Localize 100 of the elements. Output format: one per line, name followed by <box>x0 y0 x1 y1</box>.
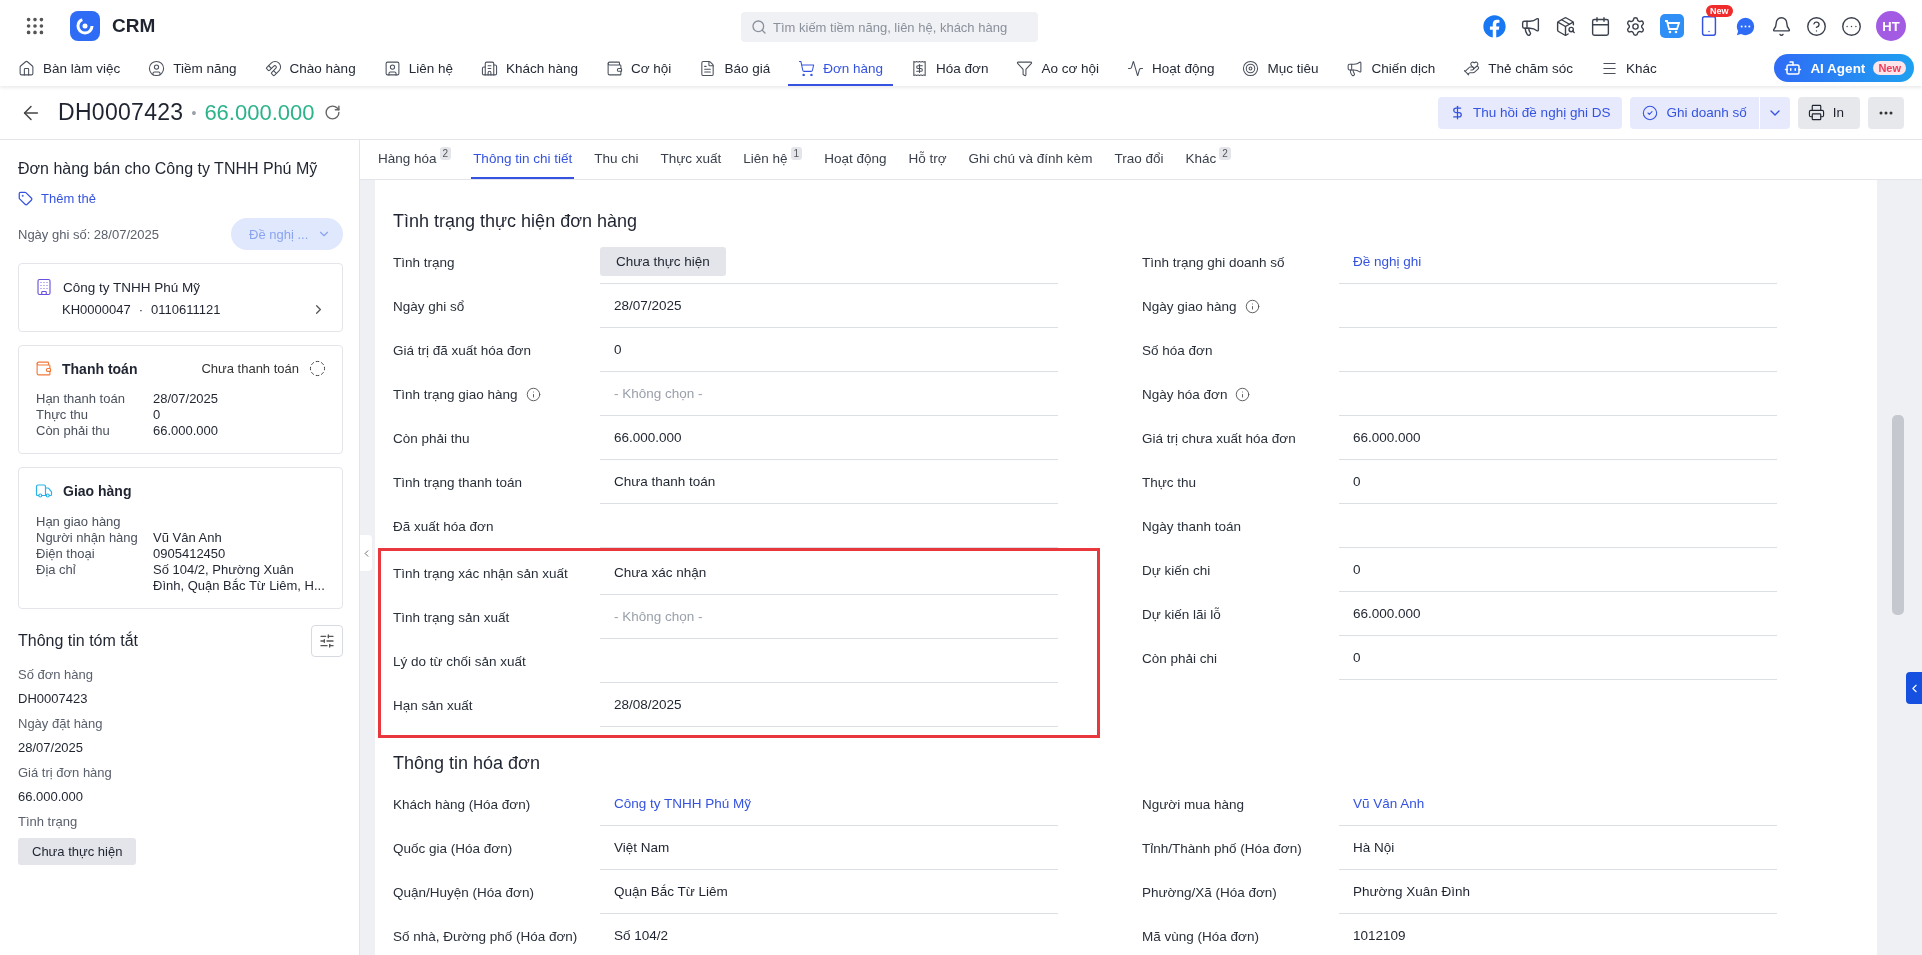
receipt-icon <box>911 59 929 77</box>
field-link[interactable]: Vũ Vân Anh <box>1353 796 1425 811</box>
field-label: Tình trạng <box>393 254 455 270</box>
field-box[interactable]: 66.000.000 <box>600 416 1058 460</box>
nav-item[interactable]: Hóa đơn <box>901 52 999 86</box>
nav-item[interactable]: Hoạt động <box>1117 52 1225 86</box>
nav-item[interactable]: Đơn hàng <box>788 52 894 86</box>
chat-icon[interactable] <box>1734 14 1757 38</box>
user-avatar[interactable]: HT <box>1876 11 1906 41</box>
field-box[interactable]: Quận Bắc Từ Liêm <box>600 870 1058 914</box>
field-box[interactable]: Việt Nam <box>600 826 1058 870</box>
tab[interactable]: Khác 2 <box>1183 140 1233 179</box>
social-icon[interactable] <box>1483 14 1506 38</box>
tab[interactable]: Thu chi <box>592 140 641 179</box>
nav-item[interactable]: Tiềm năng <box>138 52 247 86</box>
field-box[interactable]: 0 <box>1339 460 1777 504</box>
settings-icon[interactable] <box>1625 15 1646 37</box>
calendar-icon[interactable] <box>1590 15 1611 37</box>
field-value: 66.000.000 <box>1353 606 1421 621</box>
help-icon[interactable] <box>1806 15 1827 37</box>
field-box[interactable]: 28/08/2025 <box>600 683 1058 727</box>
field-box[interactable]: Số 104/2 <box>600 914 1058 955</box>
expand-button[interactable] <box>1906 672 1922 704</box>
tab[interactable]: Ghi chú và đính kèm <box>966 140 1095 179</box>
count-badge: 2 <box>1219 147 1231 160</box>
megaphone-icon[interactable] <box>1520 15 1541 37</box>
nav-item[interactable]: Bàn làm việc <box>8 52 131 86</box>
customer-card[interactable]: Công ty TNHH Phú Mỹ KH0000047 · 0110611121 <box>18 263 343 332</box>
tab[interactable]: Hoạt động <box>822 140 889 179</box>
count-badge: 2 <box>439 147 452 160</box>
field-label: Hạn sản xuất <box>393 697 473 713</box>
field-box[interactable]: Chưa thực hiện <box>600 240 1058 284</box>
tab[interactable]: Thực xuất <box>658 140 724 179</box>
nav-item[interactable]: Liên hệ <box>373 52 463 86</box>
field-value: Số 104/2 <box>614 928 669 943</box>
ai-agent-button[interactable]: AI Agent New <box>1774 54 1914 82</box>
field-box[interactable]: 28/07/2025 <box>600 284 1058 328</box>
nav-item[interactable]: Khác <box>1591 52 1667 86</box>
nav-item[interactable]: Khách hàng <box>470 52 588 86</box>
field-box[interactable]: Phường Xuân Đình <box>1339 870 1777 914</box>
field-box[interactable]: Công ty TNHH Phú Mỹ <box>600 782 1058 826</box>
nav-item[interactable]: Chào hàng <box>254 52 366 86</box>
recall-button[interactable]: Thu hồi đề nghị ghi DS <box>1438 96 1623 129</box>
settings-button[interactable] <box>311 625 343 657</box>
field-box[interactable]: 0 <box>600 328 1058 372</box>
field-value: 0 <box>614 342 622 357</box>
field-box[interactable]: Chưa xác nhận <box>600 551 1058 595</box>
field-value: 0 <box>1353 650 1361 665</box>
field-value: 28/08/2025 <box>614 697 682 712</box>
field-label: Dự kiến chi <box>1142 562 1211 578</box>
info-value: 0 <box>153 407 162 423</box>
refresh-icon[interactable] <box>324 104 342 121</box>
nav-item[interactable]: Ao cơ hội <box>1006 52 1110 86</box>
info-icon[interactable] <box>1244 298 1260 314</box>
payment-status: Chưa thanh toán <box>201 361 299 376</box>
info-icon[interactable] <box>1235 386 1251 402</box>
field-box[interactable]: 0 <box>1339 548 1777 592</box>
summary-label: Ngày đặt hàng <box>18 716 104 731</box>
field-box[interactable]: Đề nghị ghi <box>1339 240 1777 284</box>
megaphone-icon <box>1346 59 1364 77</box>
nav-item[interactable]: Cơ hội <box>596 52 682 86</box>
count-badge: 1 <box>790 147 803 160</box>
check-circle-icon <box>1642 104 1659 121</box>
bell-icon[interactable] <box>1771 15 1792 37</box>
tab[interactable]: Trao đổi <box>1112 140 1166 179</box>
field-box[interactable]: Chưa thanh toán <box>600 460 1058 504</box>
tab[interactable]: Hàng hóa 2 <box>376 140 454 179</box>
info-icon[interactable] <box>525 386 541 402</box>
more-icon[interactable] <box>1841 15 1862 37</box>
field-box[interactable]: 66.000.000 <box>1339 592 1777 636</box>
field-placeholder: - Không chọn - <box>614 386 703 401</box>
field-label: Số nhà, Đường phố (Hóa đơn) <box>393 928 578 944</box>
field-box[interactable]: Vũ Vân Anh <box>1339 782 1777 826</box>
summary-label: Số đơn hàng <box>18 667 95 682</box>
building-icon <box>35 278 53 296</box>
field-box[interactable]: Hà Nội <box>1339 826 1777 870</box>
section-title: Thông tin tóm tắt <box>18 632 139 650</box>
package-search-icon[interactable] <box>1555 15 1576 37</box>
nav-item[interactable]: Chiến dịch <box>1336 52 1446 86</box>
field-label: Ngày thanh toán <box>1142 518 1242 534</box>
order-code: DH0007423 <box>58 99 184 126</box>
print-button[interactable]: In <box>1797 96 1860 129</box>
cart-app-icon[interactable] <box>1660 14 1684 38</box>
field-box[interactable]: 66.000.000 <box>1339 416 1777 460</box>
add-tag-link[interactable]: Thêm thẻ <box>18 191 343 206</box>
tab[interactable]: Hỗ trợ <box>906 140 949 179</box>
scrollbar-thumb[interactable] <box>1892 415 1904 615</box>
summary-value: 28/07/2025 <box>18 740 84 755</box>
field-link[interactable]: Công ty TNHH Phú Mỹ <box>614 796 752 811</box>
tab[interactable]: Liên hệ 1 <box>741 140 805 179</box>
nav-item[interactable]: Thẻ chăm sóc <box>1453 52 1584 86</box>
nav-item[interactable]: Báo giá <box>689 52 781 86</box>
nav-item[interactable]: Mục tiêu <box>1232 52 1329 86</box>
app-name: CRM <box>112 15 156 37</box>
field-link[interactable]: Đề nghị ghi <box>1353 254 1422 269</box>
field-box[interactable]: 0 <box>1339 636 1777 680</box>
apps-grid-icon[interactable] <box>24 15 46 37</box>
field-box[interactable]: 1012109 <box>1339 914 1777 955</box>
info-value: 28/07/2025 <box>153 391 220 407</box>
field-value: Việt Nam <box>614 840 670 855</box>
